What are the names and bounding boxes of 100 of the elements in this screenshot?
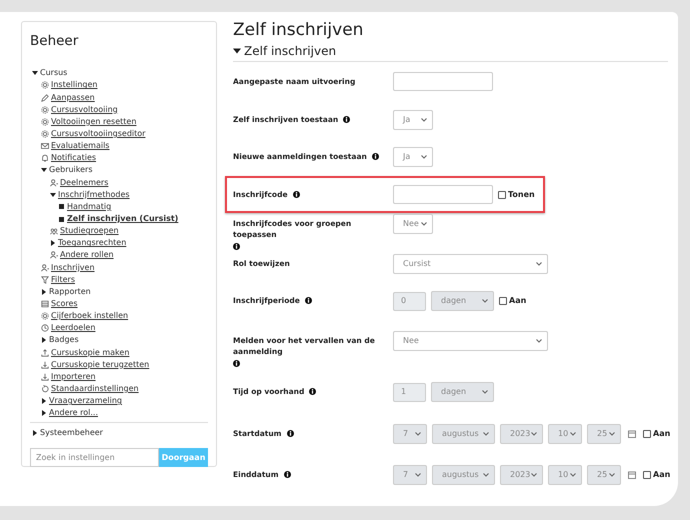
filter-icon: [41, 276, 49, 284]
chevron-down-icon: [483, 432, 489, 436]
chevron-down-icon: [415, 473, 421, 477]
nav-item[interactable]: Rapporten: [49, 286, 91, 298]
nav-item[interactable]: Badges: [49, 334, 79, 346]
nav-item[interactable]: Studiegroepen: [60, 225, 119, 238]
page-title: Zelf inschrijven: [233, 19, 364, 42]
select-field[interactable]: Nee: [393, 214, 433, 234]
download-icon: [41, 372, 49, 381]
chevron-down-icon: [570, 473, 576, 477]
nav-item[interactable]: Inschrijfmethodes: [58, 188, 130, 201]
chevron-down-icon: [482, 390, 488, 394]
nav-item[interactable]: Instellingen: [51, 79, 98, 92]
chevron-down-icon: [415, 432, 421, 436]
caret-right-icon[interactable]: [41, 398, 47, 404]
checkbox-label: Aan: [509, 295, 526, 307]
upload-icon: [41, 348, 49, 357]
select-field[interactable]: Ja: [393, 147, 433, 167]
chevron-down-icon: [483, 473, 489, 477]
nav-item[interactable]: Voltooiingen resetten: [51, 116, 136, 128]
nav-item[interactable]: Cursusvoltooiing: [51, 104, 118, 116]
chevron-down-icon: [421, 155, 427, 159]
table-icon: [41, 300, 49, 308]
nav-item[interactable]: Gebruikers: [49, 164, 93, 176]
checkbox[interactable]: [499, 297, 507, 305]
info-icon[interactable]: [292, 191, 300, 198]
nav-item[interactable]: Cijferboek instellen: [51, 310, 128, 322]
checkbox[interactable]: [643, 471, 651, 479]
mail-icon: [41, 142, 49, 150]
chevron-down-icon: [421, 222, 427, 226]
select-field[interactable]: Cursist: [393, 254, 548, 274]
panel-title: Beheer: [30, 32, 80, 51]
nav-item[interactable]: Notificaties: [51, 152, 96, 164]
select-field[interactable]: Ja: [393, 110, 433, 130]
text-field[interactable]: [393, 185, 493, 204]
info-icon[interactable]: [372, 153, 379, 160]
caret-down-icon[interactable]: [50, 192, 56, 198]
gear-icon: [41, 81, 49, 90]
nav-item[interactable]: Cursuskopie terugzetten: [51, 358, 150, 371]
caret-down-icon[interactable]: [32, 70, 38, 76]
info-icon[interactable]: [304, 297, 312, 304]
info-icon[interactable]: [233, 360, 240, 367]
nav-item[interactable]: Aanpassen: [51, 92, 95, 104]
nav-item[interactable]: Standaardinstellingen: [51, 382, 139, 395]
nav-item[interactable]: Andere rol...: [49, 407, 98, 420]
gear-icon: [41, 312, 49, 320]
chevron-down-icon: [482, 299, 488, 303]
info-icon[interactable]: [309, 388, 316, 395]
checkbox-label: Aan: [653, 469, 670, 481]
caret-down-icon[interactable]: [41, 167, 47, 174]
caret-right-icon[interactable]: [50, 240, 56, 246]
nav-item[interactable]: Cursus: [40, 67, 68, 80]
chevron-down-icon: [531, 432, 537, 436]
section-heading[interactable]: Zelf inschrijven: [244, 42, 336, 60]
info-icon[interactable]: [286, 430, 294, 437]
caret-right-icon[interactable]: [32, 430, 38, 436]
checkbox[interactable]: [643, 430, 651, 438]
search-field[interactable]: Zoek in instellingen: [30, 448, 159, 468]
info-icon[interactable]: [343, 116, 350, 123]
nav-item[interactable]: Evaluatiemails: [51, 140, 110, 152]
nav-item[interactable]: Deelnemers: [60, 176, 108, 189]
caret-right-icon[interactable]: [41, 337, 47, 344]
checkbox[interactable]: [498, 190, 506, 198]
clock-icon: [41, 324, 49, 332]
bullet-icon: [59, 216, 64, 222]
nav-item[interactable]: Zelf inschrijven (Cursist): [67, 213, 178, 225]
chevron-down-icon: [531, 473, 537, 477]
caret-down-icon[interactable]: [233, 48, 241, 54]
users-icon: [50, 227, 58, 236]
user-icon: [41, 264, 49, 272]
info-icon[interactable]: [284, 471, 291, 478]
calendar-icon[interactable]: [628, 471, 636, 479]
info-icon[interactable]: [233, 243, 240, 250]
text-field[interactable]: [393, 72, 493, 91]
nav-item[interactable]: Importeren: [51, 370, 96, 383]
chevron-down-icon: [570, 432, 576, 436]
select-field[interactable]: Nee: [393, 331, 548, 351]
nav-item[interactable]: Vraagverzameling: [49, 395, 122, 408]
user-icon: [50, 178, 58, 187]
caret-right-icon[interactable]: [41, 288, 47, 295]
caret-right-icon[interactable]: [41, 410, 47, 416]
bell-icon: [41, 154, 49, 162]
nav-item[interactable]: Inschrijven: [51, 262, 95, 274]
chevron-down-icon: [536, 262, 542, 266]
calendar-icon[interactable]: [628, 430, 636, 438]
nav-item[interactable]: Filters: [51, 274, 75, 286]
chevron-down-icon: [609, 432, 615, 436]
nav-item[interactable]: Handmatig: [67, 200, 112, 213]
chevron-down-icon: [421, 118, 427, 122]
chevron-down-icon: [609, 473, 615, 477]
nav-item[interactable]: Scores: [51, 298, 78, 310]
pencil-icon: [41, 94, 49, 102]
nav-item[interactable]: Andere rollen: [60, 249, 114, 262]
nav-item[interactable]: Leerdoelen: [51, 322, 96, 334]
nav-item[interactable]: Cursuskopie maken: [51, 346, 130, 359]
chevron-down-icon: [536, 339, 542, 343]
nav-item[interactable]: Systeembeheer: [40, 427, 103, 440]
nav-item[interactable]: Cursusvoltooiingseditor: [51, 128, 146, 140]
nav-item[interactable]: Toegangsrechten: [58, 237, 126, 250]
user-icon: [50, 251, 58, 260]
